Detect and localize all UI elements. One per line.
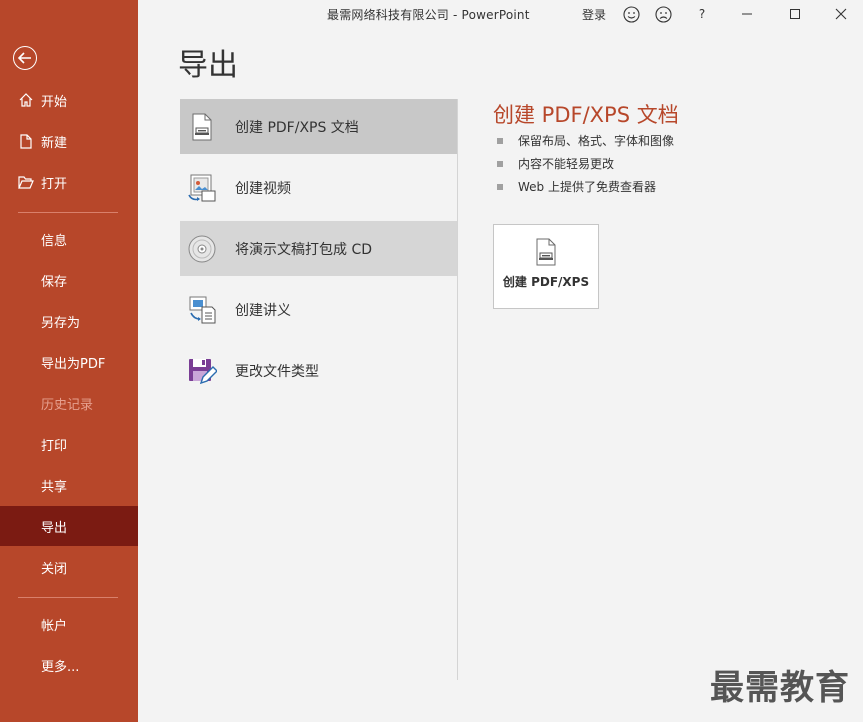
option-label: 创建视频 <box>235 180 291 197</box>
smiley-icon[interactable] <box>620 4 642 24</box>
sidebar-item-save-as[interactable]: 另存为 <box>0 301 138 341</box>
change-file-type-icon <box>186 355 218 387</box>
sidebar-item-new[interactable]: 新建 <box>0 121 138 161</box>
sidebar-item-label: 开始 <box>41 94 68 110</box>
title-bar: 最需网络科技有限公司 - PowerPoint 登录 ? <box>138 0 863 28</box>
sidebar-item-label: 信息 <box>41 233 68 249</box>
sidebar-divider <box>18 597 118 598</box>
detail-title: 创建 PDF/XPS 文档 <box>493 103 679 127</box>
option-label: 创建讲义 <box>235 302 291 319</box>
bullet-square-icon <box>497 137 503 144</box>
sidebar-item-save[interactable]: 保存 <box>0 260 138 300</box>
option-create-handouts[interactable]: 创建讲义 <box>180 282 457 337</box>
bullet-text: 内容不能轻易更改 <box>518 157 615 171</box>
option-change-file-type[interactable]: 更改文件类型 <box>180 343 457 398</box>
option-label: 更改文件类型 <box>235 363 319 380</box>
bullet-text: 保留布局、格式、字体和图像 <box>518 134 675 148</box>
panel-divider <box>457 99 458 680</box>
sidebar-item-label: 另存为 <box>41 315 81 331</box>
create-pdf-xps-button-label: 创建 PDF/XPS <box>502 275 590 289</box>
page-title: 导出 <box>178 48 238 83</box>
detail-bullets: 保留布局、格式、字体和图像 内容不能轻易更改 Web 上提供了免费查看器 <box>497 129 674 198</box>
sidebar-item-print[interactable]: 打印 <box>0 424 138 464</box>
option-create-pdf-xps[interactable]: 创建 PDF/XPS 文档 <box>180 99 457 154</box>
option-label: 创建 PDF/XPS 文档 <box>235 119 359 136</box>
sidebar-item-label: 新建 <box>41 135 68 151</box>
sidebar-item-label: 导出为PDF <box>41 356 106 372</box>
pdf-document-icon <box>186 111 218 143</box>
sidebar-item-label: 关闭 <box>41 561 68 577</box>
sidebar-item-export-pdf[interactable]: 导出为PDF <box>0 342 138 382</box>
sidebar-item-close[interactable]: 关闭 <box>0 547 138 587</box>
bullet-item: 保留布局、格式、字体和图像 <box>497 129 674 152</box>
backstage-sidebar: 开始 新建 打开 信息 保存 另存为 导出为PDF 历史记录 打印 共享 导出 … <box>0 0 138 722</box>
sidebar-item-label: 共享 <box>41 479 68 495</box>
sidebar-item-label: 导出 <box>41 520 68 536</box>
bullet-item: Web 上提供了免费查看器 <box>497 175 674 198</box>
open-folder-icon <box>18 174 34 190</box>
sidebar-item-label: 更多... <box>41 659 80 675</box>
sidebar-item-share[interactable]: 共享 <box>0 465 138 505</box>
signin-button[interactable]: 登录 <box>580 4 608 24</box>
option-package-cd[interactable]: 将演示文稿打包成 CD <box>180 221 457 276</box>
new-document-icon <box>18 133 34 149</box>
sidebar-divider <box>18 212 118 213</box>
sidebar-item-account[interactable]: 帐户 <box>0 604 138 644</box>
window-title: 最需网络科技有限公司 - PowerPoint <box>327 8 530 22</box>
back-arrow-icon[interactable] <box>13 46 37 70</box>
sidebar-item-label: 历史记录 <box>41 397 94 413</box>
cd-icon <box>186 233 218 265</box>
sidebar-item-label: 打开 <box>41 176 68 192</box>
bullet-square-icon <box>497 183 503 190</box>
handout-icon <box>186 294 218 326</box>
sidebar-item-info[interactable]: 信息 <box>0 219 138 259</box>
watermark: 最需教育 <box>710 668 850 708</box>
close-icon[interactable] <box>830 4 852 24</box>
sidebar-item-more[interactable]: 更多... <box>0 645 138 685</box>
bullet-text: Web 上提供了免费查看器 <box>518 180 656 194</box>
home-icon <box>18 92 34 108</box>
sidebar-item-label: 帐户 <box>41 618 68 634</box>
option-create-video[interactable]: 创建视频 <box>180 160 457 215</box>
video-icon <box>186 172 218 204</box>
pdf-document-icon <box>533 237 559 267</box>
help-icon[interactable]: ? <box>694 4 710 24</box>
sidebar-item-history: 历史记录 <box>0 383 138 423</box>
frown-icon[interactable] <box>652 4 674 24</box>
create-pdf-xps-button[interactable]: 创建 PDF/XPS <box>493 224 599 309</box>
minimize-icon[interactable] <box>736 4 758 24</box>
bullet-item: 内容不能轻易更改 <box>497 152 674 175</box>
bullet-square-icon <box>497 160 503 167</box>
sidebar-item-label: 打印 <box>41 438 68 454</box>
sidebar-item-export[interactable]: 导出 <box>0 506 138 546</box>
sidebar-item-home[interactable]: 开始 <box>0 80 138 120</box>
maximize-icon[interactable] <box>784 4 806 24</box>
option-label: 将演示文稿打包成 CD <box>235 241 373 258</box>
sidebar-item-label: 保存 <box>41 274 68 290</box>
sidebar-item-open[interactable]: 打开 <box>0 162 138 202</box>
